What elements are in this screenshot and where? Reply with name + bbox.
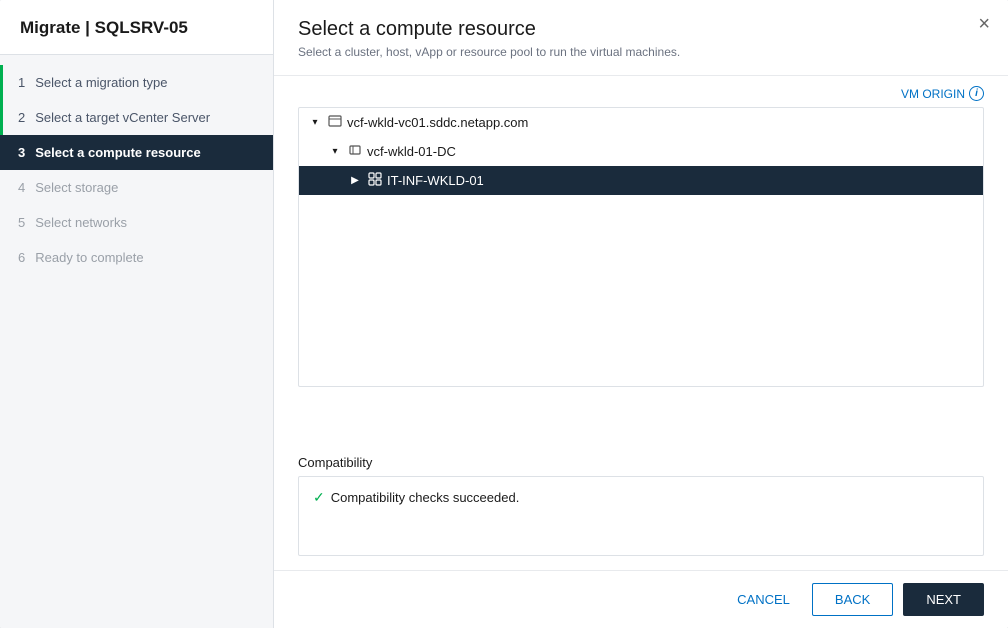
vm-origin-row: VM ORIGIN i [298, 86, 984, 101]
tree-row-dc[interactable]: ▾ vcf-wkld-01-DC [299, 137, 983, 166]
footer: CANCEL BACK NEXT [274, 570, 1008, 628]
steps-list: 1 Select a migration type 2 Select a target… [0, 55, 273, 628]
vm-origin-label: VM ORIGIN [901, 87, 965, 101]
tree-label-dc: vcf-wkld-01-DC [367, 144, 975, 159]
main-content: Select a compute resource Select a clust… [274, 0, 1008, 628]
tree-row-vcenter[interactable]: ▾ vcf-wkld-vc01.sddc.netapp.com [299, 108, 983, 137]
resource-tree[interactable]: ▾ vcf-wkld-vc01.sddc.netapp.com ▾ vcf-wkld-… [298, 107, 984, 387]
tree-icon-vcenter [328, 114, 342, 131]
step-label-4: Select storage [35, 180, 118, 195]
compatibility-section: Compatibility ✓ Compatibility checks suc… [274, 445, 1008, 570]
tree-toggle-dc[interactable]: ▾ [327, 144, 343, 160]
step-label-6: Ready to complete [35, 250, 143, 265]
step-num-6: 6 [18, 250, 25, 265]
tree-toggle-vcenter[interactable]: ▾ [307, 115, 323, 131]
step-num-2: 2 [18, 110, 25, 125]
dialog-title: Migrate | SQLSRV-05 [0, 0, 273, 55]
compatibility-label: Compatibility [298, 455, 984, 470]
step-item-4: 4 Select storage [0, 170, 273, 205]
step-num-1: 1 [18, 75, 25, 90]
back-button[interactable]: BACK [812, 583, 893, 616]
step-num-3: 3 [18, 145, 25, 160]
tree-label-cluster: IT-INF-WKLD-01 [387, 173, 975, 188]
step-label-1: Select a migration type [35, 75, 167, 90]
tree-icon-dc [348, 143, 362, 160]
migrate-dialog: Migrate | SQLSRV-05 1 Select a migration … [0, 0, 1008, 628]
step-item-2[interactable]: 2 Select a target vCenter Server [0, 100, 273, 135]
step-item-6: 6 Ready to complete [0, 240, 273, 275]
compat-message-text: Compatibility checks succeeded. [331, 490, 520, 505]
tree-toggle-cluster[interactable]: ▶ [347, 173, 363, 189]
info-icon: i [969, 86, 984, 101]
compatibility-box: ✓ Compatibility checks succeeded. [298, 476, 984, 556]
main-header: Select a compute resource Select a clust… [274, 0, 1008, 76]
step-label-5: Select networks [35, 215, 127, 230]
close-button[interactable]: × [978, 14, 990, 34]
step-item-1[interactable]: 1 Select a migration type [0, 65, 273, 100]
step-num-4: 4 [18, 180, 25, 195]
tree-label-vcenter: vcf-wkld-vc01.sddc.netapp.com [347, 115, 975, 130]
sidebar: Migrate | SQLSRV-05 1 Select a migration … [0, 0, 274, 628]
step-item-5: 5 Select networks [0, 205, 273, 240]
page-subtitle: Select a cluster, host, vApp or resource… [298, 45, 984, 59]
step-label-3: Select a compute resource [35, 145, 200, 160]
resource-area: VM ORIGIN i ▾ vcf-wkld-vc01.sddc.netapp.c… [274, 76, 1008, 445]
page-title: Select a compute resource [298, 18, 984, 41]
next-button[interactable]: NEXT [903, 583, 984, 616]
compatibility-message: ✓ Compatibility checks succeeded. [313, 489, 969, 506]
step-item-3: 3 Select a compute resource [0, 135, 273, 170]
tree-row-cluster[interactable]: ▶ IT-INF-WKLD-01 [299, 166, 983, 195]
check-icon: ✓ [313, 489, 325, 506]
vm-origin-link[interactable]: VM ORIGIN i [901, 86, 984, 101]
step-num-5: 5 [18, 215, 25, 230]
cancel-button[interactable]: CANCEL [725, 584, 802, 615]
tree-icon-cluster [368, 172, 382, 189]
step-label-2: Select a target vCenter Server [35, 110, 210, 125]
